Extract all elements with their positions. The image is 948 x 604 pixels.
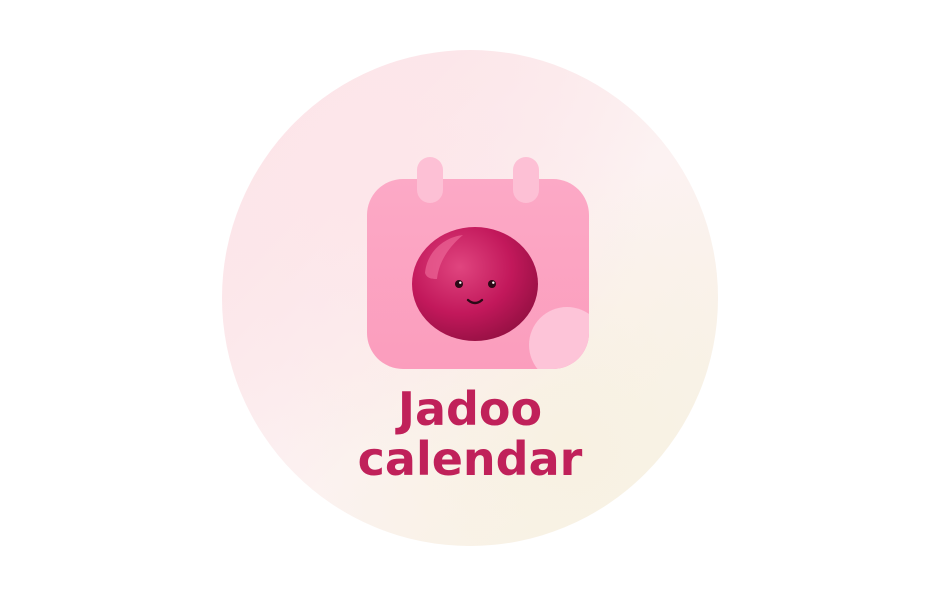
app-name-line-2: calendar <box>357 432 583 486</box>
plum-eye-left <box>455 280 463 288</box>
logo-badge-circle: Jadoo calendar <box>222 50 718 546</box>
binder-ring-left <box>417 157 443 203</box>
binder-ring-right <box>513 157 539 203</box>
app-name-line-1: Jadoo <box>397 382 543 436</box>
calendar-plum-mascot-icon <box>367 155 589 369</box>
splash-screen: Jadoo calendar <box>0 0 948 604</box>
plum-eye-right <box>488 280 496 288</box>
plum-body <box>412 227 538 341</box>
